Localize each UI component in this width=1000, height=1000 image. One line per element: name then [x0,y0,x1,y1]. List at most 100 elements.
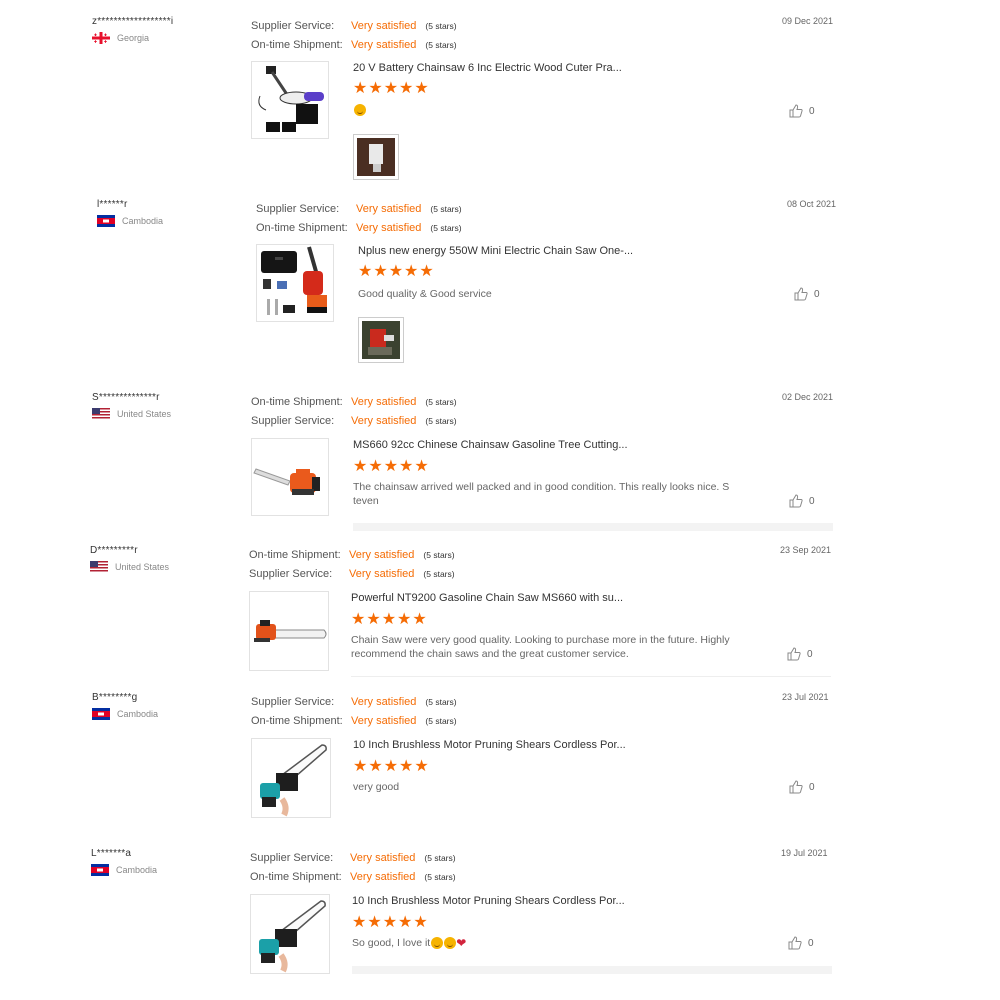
product-thumbnail[interactable] [250,894,330,974]
rating-row: On-time Shipment: Very satisfied (5 stars) [251,711,457,730]
rating-value: Very satisfied [351,695,417,708]
product-title[interactable]: Powerful NT9200 Gasoline Chain Saw MS660… [351,592,623,604]
usa-flag-icon [92,408,110,420]
country-name: United States [117,409,172,419]
smiley-emoji-icon [444,937,457,950]
scrollbar[interactable] [352,966,832,974]
rating-stars-text: (5 stars) [424,852,456,863]
rating-label: Supplier Service: [251,695,335,708]
ratings: On-time Shipment: Very satisfied (5 stars)… [251,392,457,430]
rating-stars-text: (5 stars) [424,871,456,882]
like-button[interactable]: 0 [789,104,815,118]
rating-value: Very satisfied [351,19,417,32]
rating-value: Very satisfied [350,870,416,883]
star-rating: ★★★★★ [353,80,430,97]
review-comment: So good, I love it ❤ [352,936,752,950]
thumbs-up-icon [789,780,803,794]
thumbs-up-icon [788,936,802,950]
like-button[interactable]: 0 [788,936,814,950]
thumbs-up-icon [787,647,801,661]
product-title[interactable]: 10 Inch Brushless Motor Pruning Shears C… [352,895,625,907]
rating-label: On-time Shipment: [256,221,348,234]
reviewer-name: B********g [92,692,138,703]
product-title[interactable]: Nplus new energy 550W Mini Electric Chai… [358,245,633,257]
scrollbar[interactable] [353,523,833,531]
heart-emoji-icon: ❤ [456,936,467,951]
reviewer-info: B********g Cambodia [92,692,242,720]
like-count: 0 [814,288,820,300]
rating-row: Supplier Service: Very satisfied (5 stars) [256,199,462,218]
smiley-emoji-icon [354,104,366,117]
like-count: 0 [809,781,815,793]
rating-label: On-time Shipment: [251,714,343,727]
rating-label: On-time Shipment: [251,395,343,408]
rating-row: On-time Shipment: Very satisfied (5 stars) [251,35,457,54]
product-thumbnail[interactable] [251,738,331,818]
review-comment: very good [353,781,400,793]
rating-row: On-time Shipment: Very satisfied (5 stars) [250,867,456,886]
review-comment: The chainsaw arrived well packed and in … [353,481,730,507]
review-date: 08 Oct 2021 [787,199,837,209]
rating-stars-text: (5 stars) [425,39,457,50]
rating-row: On-time Shipment: Very satisfied (5 stars) [256,218,462,237]
like-count: 0 [807,648,813,660]
product-thumbnail[interactable] [251,438,329,516]
rating-value: Very satisfied [351,414,417,427]
reviewer-country: United States [90,561,240,573]
like-button[interactable]: 0 [794,287,820,301]
product-title[interactable]: 10 Inch Brushless Motor Pruning Shears C… [353,739,626,751]
ratings: On-time Shipment: Very satisfied (5 stars)… [249,545,455,583]
rating-label: Supplier Service: [251,414,335,427]
rating-label: Supplier Service: [251,19,335,32]
ratings: Supplier Service: Very satisfied (5 stars)… [256,199,462,237]
reviewer-country: Cambodia [97,215,247,227]
like-button[interactable]: 0 [787,647,813,661]
rating-stars-text: (5 stars) [430,203,462,214]
cambodia-flag-icon [97,215,115,227]
rating-value: Very satisfied [350,851,416,864]
rating-label: On-time Shipment: [251,38,343,51]
reviewer-info: z******************i Georgia [92,16,242,44]
product-title[interactable]: 20 V Battery Chainsaw 6 Inc Electric Woo… [353,62,622,74]
rating-row: Supplier Service: Very satisfied (5 stars) [251,411,457,430]
rating-value: Very satisfied [349,567,415,580]
reviewer-name: z******************i [92,16,174,27]
rating-label: Supplier Service: [249,567,333,580]
rating-stars-text: (5 stars) [423,549,455,560]
thumbs-up-icon [794,287,808,301]
reviewer-country: Cambodia [92,708,242,720]
rating-stars-text: (5 stars) [423,568,455,579]
reviewer-info: L*******a Cambodia [91,848,241,876]
product-title[interactable]: MS660 92cc Chinese Chainsaw Gasoline Tre… [353,439,628,451]
reviewer-country: Cambodia [91,864,241,876]
review-photo[interactable] [358,317,404,363]
like-button[interactable]: 0 [789,780,815,794]
reviewer-name: D*********r [90,545,138,556]
like-count: 0 [809,495,815,507]
country-name: Cambodia [117,709,159,719]
rating-label: Supplier Service: [250,851,334,864]
star-rating: ★★★★★ [352,914,429,931]
rating-value: Very satisfied [349,548,415,561]
ratings: Supplier Service: Very satisfied (5 stars)… [251,692,457,730]
reviewer-country: Georgia [92,32,242,44]
product-thumbnail[interactable] [256,244,334,322]
rating-stars-text: (5 stars) [430,222,462,233]
rating-row: Supplier Service: Very satisfied (5 stars) [249,564,455,583]
rating-stars-text: (5 stars) [425,396,457,407]
rating-row: Supplier Service: Very satisfied (5 stars) [250,848,456,867]
rating-label: Supplier Service: [256,202,340,215]
product-thumbnail[interactable] [249,591,329,671]
ratings: Supplier Service: Very satisfied (5 stars)… [250,848,456,886]
rating-row: On-time Shipment: Very satisfied (5 stars) [249,545,455,564]
country-name: Cambodia [116,865,158,875]
reviewer-name: S**************r [92,392,160,403]
like-button[interactable]: 0 [789,494,815,508]
reviewer-country: United States [92,408,242,420]
rating-stars-text: (5 stars) [425,696,457,707]
star-rating: ★★★★★ [351,611,428,628]
rating-stars-text: (5 stars) [425,415,457,426]
reviewer-name: l******r [97,199,128,210]
review-photo[interactable] [353,134,399,180]
product-thumbnail[interactable] [251,61,329,139]
